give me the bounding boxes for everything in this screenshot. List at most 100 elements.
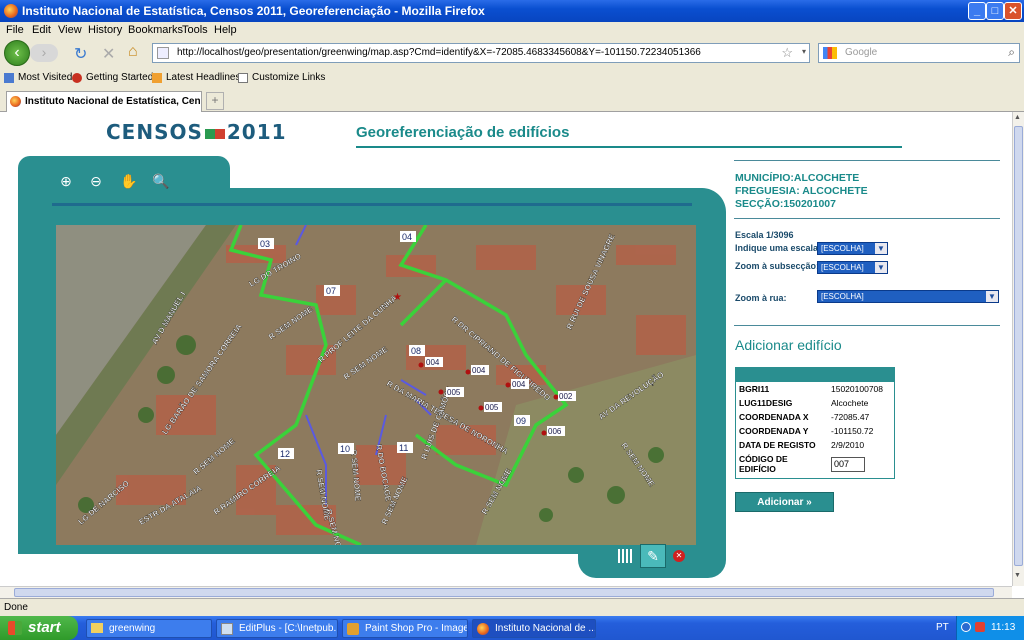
forward-icon[interactable]: › [30, 44, 58, 62]
maximize-button[interactable]: □ [986, 2, 1004, 20]
chevron-down-icon: ▼ [986, 291, 998, 302]
bookmark-most-visited[interactable]: Most Visited [18, 72, 72, 83]
new-tab-button[interactable]: + [206, 92, 224, 110]
url-dropdown-icon[interactable]: ▾ [802, 47, 806, 56]
close-edit-icon[interactable]: ✕ [673, 550, 685, 562]
seccao-text: SECÇÃO:150201007 [735, 198, 836, 210]
bookmark-customize-links[interactable]: Customize Links [252, 72, 325, 83]
menu-history[interactable]: History [88, 24, 122, 36]
attr-key: BGRI11 [739, 384, 770, 394]
info-divider [734, 218, 1000, 219]
getting-started-icon [72, 73, 82, 83]
table-row: CÓDIGO DE EDIFÍCIO [736, 452, 886, 476]
subsection-label: Zoom à subsecção: [735, 261, 820, 271]
table-row: LUG11DESIG Alcochete [736, 396, 886, 410]
edit-pencil-icon[interactable]: ✎ [640, 544, 666, 568]
building-code-input[interactable] [831, 456, 865, 472]
bookmarks-toolbar: Most Visited Getting Started Latest Head… [0, 68, 1024, 88]
identify-icon[interactable]: 🔍 [152, 173, 169, 189]
page-icon [238, 73, 248, 83]
selected-building-star-icon: ★ [393, 292, 402, 303]
section-number: 08 [411, 346, 421, 356]
bookmark-star-icon[interactable]: ☆ [781, 45, 793, 61]
scrollbar-thumb[interactable] [14, 588, 994, 597]
street-select-value: [ESCOLHA] [821, 292, 864, 301]
map-canvas[interactable]: AV D MANUEL I LG DO TROINO R SEM NOME R … [56, 225, 696, 545]
search-placeholder: Google [845, 47, 878, 58]
firefox-icon [477, 623, 489, 635]
network-icon[interactable] [961, 622, 971, 632]
table-row: COORDENADA X -72085.47 [736, 410, 886, 424]
bookmark-latest-headlines[interactable]: Latest Headlines [166, 72, 241, 83]
bookmark-getting-started[interactable]: Getting Started [86, 72, 153, 83]
section-number: 07 [326, 286, 336, 296]
section-number: 09 [516, 416, 526, 426]
menu-file[interactable]: File [6, 24, 24, 36]
taskbar-item-firefox[interactable]: Instituto Nacional de ... [472, 619, 596, 638]
url-input[interactable]: http://localhost/geo/presentation/greenw… [152, 43, 810, 63]
section-label: 10 [338, 443, 354, 454]
scale-select[interactable]: [ESCOLHA] ▼ [817, 242, 888, 255]
menu-view[interactable]: View [58, 24, 82, 36]
table-row: COORDENADA Y -101150.72 [736, 424, 886, 438]
chevron-down-icon: ▼ [875, 243, 887, 254]
tab-favicon-icon [10, 96, 21, 107]
menu-tools[interactable]: Tools [182, 24, 208, 36]
pan-hand-icon[interactable]: ✋ [120, 173, 137, 189]
menu-edit[interactable]: Edit [32, 24, 51, 36]
stop-icon[interactable]: ✕ [102, 44, 115, 64]
scroll-down-icon[interactable]: ▼ [1014, 572, 1023, 582]
page-title: Georeferenciação de edifícios [356, 124, 570, 141]
attr-key: COORDENADA Y [739, 426, 809, 436]
attr-value: -72085.47 [831, 412, 870, 422]
building-code-label: 004 [512, 380, 526, 389]
language-indicator[interactable]: PT [936, 622, 949, 633]
section-number: 10 [340, 444, 350, 454]
reload-icon[interactable]: ↻ [74, 44, 87, 64]
zoom-out-icon[interactable]: ⊖ [88, 173, 104, 189]
start-button[interactable]: start [0, 616, 78, 640]
scale-text: Escala 1/3096 [735, 230, 794, 240]
vertical-scrollbar[interactable]: ▲ ▼ [1012, 112, 1024, 586]
status-bar: Done [0, 598, 1024, 616]
taskbar-item-paintshop[interactable]: Paint Shop Pro - Image1 [342, 619, 468, 638]
section-number: 03 [260, 239, 270, 249]
system-tray: 11:13 [956, 616, 1024, 640]
section-number: 12 [280, 449, 290, 459]
editplus-icon [221, 623, 233, 635]
back-icon[interactable]: ‹ [4, 40, 30, 66]
subsection-select[interactable]: [ESCOLHA] ▼ [817, 261, 888, 274]
building-code-label: 005 [447, 388, 461, 397]
menu-bookmarks[interactable]: Bookmarks [128, 24, 183, 36]
paintshop-icon [347, 623, 359, 635]
freguesia-text: FREGUESIA: ALCOCHETE [735, 185, 868, 197]
google-icon [823, 47, 837, 59]
tab-active[interactable]: Instituto Nacional de Estatística, Cen..… [6, 91, 202, 112]
scroll-up-icon[interactable]: ▲ [1014, 114, 1023, 124]
search-input[interactable]: Google ⌕ [818, 43, 1020, 63]
security-icon[interactable] [975, 622, 985, 632]
taskbar-item-greenwing[interactable]: greenwing [86, 619, 212, 638]
table-row: BGRI11 15020100708 [736, 382, 886, 396]
home-icon[interactable]: ⌂ [128, 43, 138, 61]
section-label: 04 [400, 231, 416, 242]
scrollbar-thumb[interactable] [1014, 126, 1023, 566]
status-text: Done [4, 602, 28, 613]
attr-key: CÓDIGO DE EDIFÍCIO [739, 454, 788, 474]
map-divider [52, 203, 692, 206]
attr-key: LUG11DESIG [739, 398, 793, 408]
search-icon[interactable]: ⌕ [1008, 45, 1015, 60]
minimize-button[interactable]: _ [968, 2, 986, 20]
section-label: 03 [258, 238, 274, 249]
logo-mark-icon [204, 129, 225, 139]
rss-icon [152, 73, 162, 83]
attributes-table: BGRI11 15020100708 LUG11DESIG Alcochete CO… [736, 382, 886, 476]
horizontal-scrollbar[interactable] [0, 586, 1012, 598]
zoom-in-icon[interactable]: ⊕ [58, 173, 74, 189]
menu-help[interactable]: Help [214, 24, 237, 36]
grid-icon[interactable] [618, 549, 634, 563]
close-window-button[interactable]: ✕ [1004, 2, 1022, 20]
add-building-button[interactable]: Adicionar » [735, 492, 834, 512]
taskbar-item-editplus[interactable]: EditPlus - [C:\Inetpub... [216, 619, 338, 638]
street-select[interactable]: [ESCOLHA] ▼ [817, 290, 999, 303]
